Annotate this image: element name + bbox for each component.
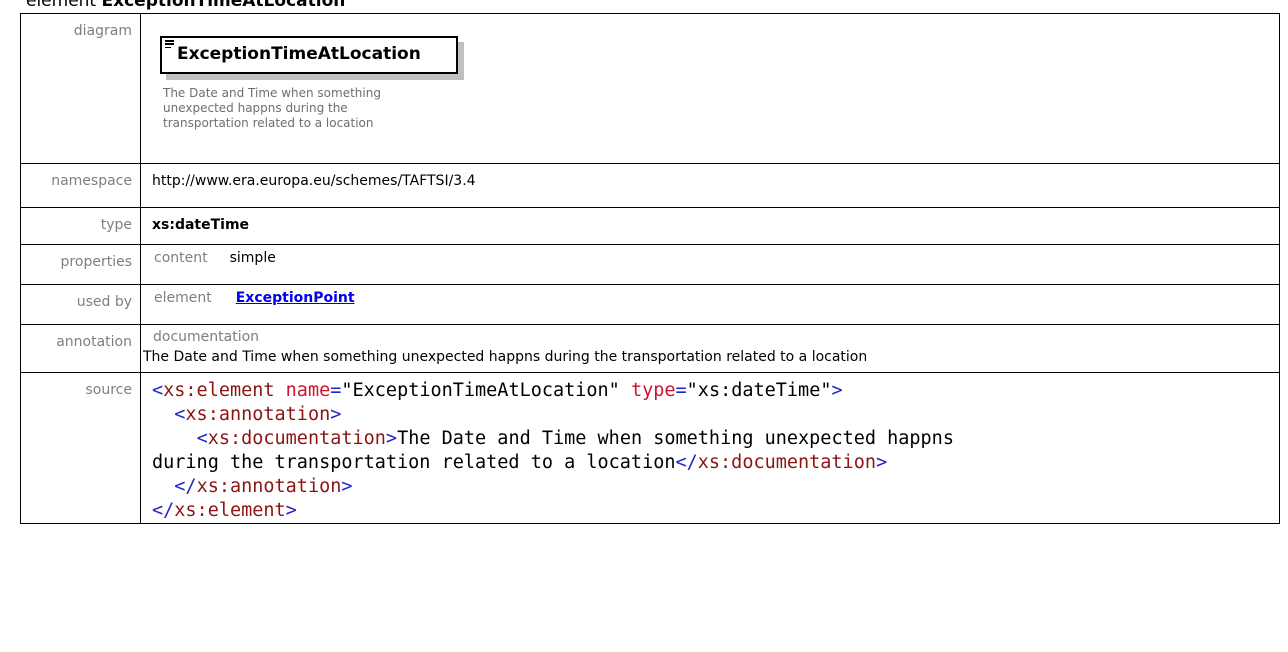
element-doc-table: diagram ExceptionTimeAtLocation The Date… — [20, 13, 1280, 524]
properties-cell: content simple — [140, 244, 1280, 285]
type-value: xs:dateTime — [140, 207, 1280, 245]
source-line-4: during the transportation related to a l… — [152, 452, 888, 473]
element-heading: element ExceptionTimeAtLocation — [26, 0, 345, 12]
annotation-cell: documentation The Date and Time when som… — [140, 324, 1280, 373]
row-annotation: annotation documentation The Date and Ti… — [20, 324, 1280, 373]
source-line-5: </xs:annotation> — [174, 476, 353, 497]
property-value: simple — [229, 250, 276, 266]
diagram-description: The Date and Time when something unexpec… — [163, 86, 381, 130]
label-used-by: used by — [20, 284, 141, 325]
row-used-by: used by element ExceptionPoint — [20, 284, 1280, 325]
source-code: <xs:element name="ExceptionTimeAtLocatio… — [140, 372, 1280, 524]
namespace-value: http://www.era.europa.eu/schemes/TAFTSI/… — [140, 163, 1280, 208]
used-by-line: element ExceptionPoint — [152, 290, 1279, 306]
row-properties: properties content simple — [20, 244, 1280, 285]
property-line: content simple — [152, 250, 1279, 266]
row-namespace: namespace http://www.era.europa.eu/schem… — [20, 163, 1280, 208]
heading-element-name: ExceptionTimeAtLocation — [101, 0, 346, 11]
diagram: ExceptionTimeAtLocation The Date and Tim… — [141, 14, 1279, 154]
diagram-element-box[interactable]: ExceptionTimeAtLocation — [160, 36, 458, 74]
diagram-cell: ExceptionTimeAtLocation The Date and Tim… — [140, 13, 1280, 164]
annotation-doc-label: documentation — [153, 329, 260, 345]
element-lines-icon — [165, 40, 174, 48]
label-namespace: namespace — [20, 163, 141, 208]
source-line-3: <xs:documentation>The Date and Time when… — [196, 428, 954, 449]
row-type: type xs:dateTime — [20, 207, 1280, 245]
diagram-element-name: ExceptionTimeAtLocation — [177, 44, 421, 64]
source-line-6: </xs:element> — [152, 500, 297, 521]
used-by-kind: element — [154, 290, 212, 306]
row-diagram: diagram ExceptionTimeAtLocation The Date… — [20, 13, 1280, 164]
used-by-link[interactable]: ExceptionPoint — [236, 290, 355, 306]
label-type: type — [20, 207, 141, 245]
label-annotation: annotation — [20, 324, 141, 373]
source-line-2: <xs:annotation> — [174, 404, 342, 425]
annotation-doc-text: The Date and Time when something unexpec… — [143, 349, 868, 365]
heading-prefix: element — [26, 0, 97, 11]
used-by-cell: element ExceptionPoint — [140, 284, 1280, 325]
property-key: content — [154, 250, 208, 266]
row-source: source <xs:element name="ExceptionTimeAt… — [20, 372, 1280, 524]
label-source: source — [20, 372, 141, 524]
source-line-1: <xs:element name="ExceptionTimeAtLocatio… — [152, 380, 843, 401]
label-diagram: diagram — [20, 13, 141, 164]
label-properties: properties — [20, 244, 141, 285]
